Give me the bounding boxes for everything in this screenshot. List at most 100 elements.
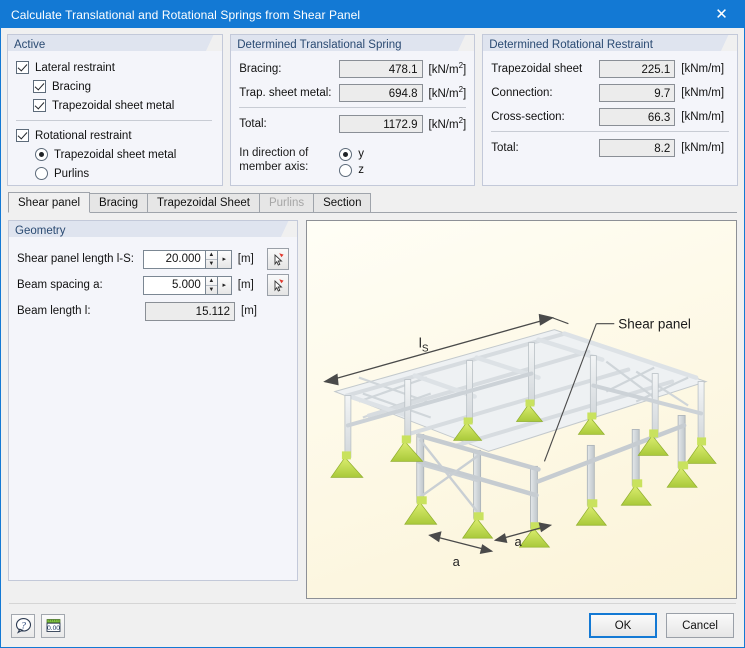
row-translational-total: Total: 1172.9 [kN/m2] — [239, 113, 466, 134]
pick-from-model-icon-shear-panel-length[interactable] — [267, 248, 289, 270]
translational-spring-group-body: Bracing: 478.1 [kN/m2] Trap. sheet metal… — [231, 51, 474, 184]
spinner-down-icon-shear-panel-length[interactable]: ▼ — [206, 260, 217, 268]
input-beam-spacing[interactable]: 5.000 — [142, 275, 205, 295]
translational-spring-group: Determined Translational Spring Bracing:… — [230, 34, 476, 186]
row-connection-restraint: Connection: 9.7 [kNm/m] — [491, 82, 729, 103]
radio-axis-z-dot[interactable] — [339, 163, 353, 177]
member-axis-direction-row: In direction of member axis: y z — [239, 146, 466, 178]
radio-rot-trapezoidal-sheet-metal-label: Trapezoidal sheet metal — [54, 148, 177, 161]
dialog-window: Calculate Translational and Rotational S… — [0, 0, 745, 648]
radio-rot-purlins[interactable]: Purlins — [16, 164, 214, 183]
cancel-button[interactable]: Cancel — [666, 613, 734, 638]
unit-trap-sheet-metal-spring: [kN/m2] — [428, 85, 467, 100]
label-trap-sheet-metal-spring: Trap. sheet metal: — [239, 86, 332, 99]
spinner-beam-spacing[interactable]: 5.000 ▲ ▼ ▸ — [142, 275, 232, 295]
label-beam-spacing: Beam spacing a: — [17, 279, 103, 291]
radio-axis-y-label: y — [358, 148, 364, 160]
input-shear-panel-length[interactable]: 20.000 — [142, 249, 205, 269]
geometry-group-body: Shear panel length l-S: 20.000 ▲ ▼ ▸ [m] — [9, 237, 297, 330]
radio-rot-purlins-dot[interactable] — [35, 167, 48, 180]
row-cross-section-restraint: Cross-section: 66.3 [kNm/m] — [491, 106, 729, 127]
checkbox-lateral-restraint-label: Lateral restraint — [35, 61, 115, 74]
translational-total-separator — [239, 107, 467, 108]
checkbox-rotational-restraint[interactable]: Rotational restraint — [16, 126, 214, 145]
checkbox-lateral-restraint-box[interactable] — [16, 61, 29, 74]
member-axis-label-line2: member axis: — [239, 161, 309, 173]
spinner-up-icon-shear-panel-length[interactable]: ▲ — [205, 251, 217, 260]
member-axis-radios: y z — [339, 146, 364, 178]
member-axis-label-line1: In direction of — [239, 147, 309, 159]
radio-axis-z[interactable]: z — [339, 162, 364, 178]
radio-axis-z-label: z — [358, 164, 364, 176]
tab-shear-panel[interactable]: Shear panel — [8, 192, 91, 213]
dimension-label-a-2: a — [515, 534, 523, 549]
label-beam-length: Beam length l: — [17, 305, 91, 317]
row-beam-length: Beam length l: 15.112 [m] — [17, 298, 289, 324]
unit-rotational-total: [kNm/m] — [681, 141, 725, 154]
help-bubble-icon[interactable]: ? — [11, 613, 35, 638]
tab-section[interactable]: Section — [313, 193, 372, 212]
radio-rot-trapezoidal-sheet-metal[interactable]: Trapezoidal sheet metal — [16, 145, 214, 164]
dimension-label-ls: lS — [419, 335, 429, 355]
window-title: Calculate Translational and Rotational S… — [11, 7, 361, 22]
checkbox-bracing-box[interactable] — [33, 80, 46, 93]
radio-axis-y-dot[interactable] — [339, 147, 353, 161]
row-shear-panel-length: Shear panel length l-S: 20.000 ▲ ▼ ▸ [m] — [17, 246, 289, 272]
active-group-body: Lateral restraint Bracing Trapezoidal sh… — [8, 51, 222, 189]
row-trap-sheet-metal-spring: Trap. sheet metal: 694.8 [kN/m2] — [239, 82, 466, 103]
units-decimal-places-icon[interactable]: 0.00 — [41, 613, 65, 638]
chevron-right-icon-shear-panel-length[interactable]: ▸ — [217, 249, 232, 269]
label-cross-section-restraint: Cross-section: — [491, 110, 565, 123]
close-icon[interactable]: ✕ — [699, 1, 744, 28]
translational-spring-group-title: Determined Translational Spring — [231, 35, 475, 51]
illustration-panel: lS Shear panel a a — [306, 220, 737, 599]
radio-rot-purlins-label: Purlins — [54, 167, 90, 180]
active-group: Active Lateral restraint Bracing Trapezo… — [7, 34, 224, 189]
geometry-group-title: Geometry — [9, 221, 297, 237]
tab-trapezoidal-sheet[interactable]: Trapezoidal Sheet — [147, 193, 260, 212]
active-group-separator — [16, 120, 213, 121]
member-axis-label: In direction of member axis: — [239, 146, 339, 178]
checkbox-trapezoidal-sheet-metal[interactable]: Trapezoidal sheet metal — [16, 96, 214, 115]
geometry-group: Geometry Shear panel length l-S: 20.000 … — [8, 220, 298, 581]
spinner-shear-panel-length[interactable]: 20.000 ▲ ▼ ▸ — [142, 249, 232, 269]
radio-axis-y[interactable]: y — [339, 146, 364, 162]
checkbox-trapezoidal-sheet-metal-label: Trapezoidal sheet metal — [52, 99, 175, 112]
unit-trapezoidal-sheet-restraint: [kNm/m] — [681, 62, 725, 75]
spinner-buttons-beam-spacing[interactable]: ▲ ▼ — [204, 275, 218, 295]
value-translational-total: 1172.9 — [339, 114, 423, 133]
spinner-buttons-shear-panel-length[interactable]: ▲ ▼ — [204, 249, 218, 269]
label-connection-restraint: Connection: — [491, 86, 553, 99]
tab-bracing[interactable]: Bracing — [89, 193, 149, 212]
shear-panel-3d-diagram: lS Shear panel a a — [323, 313, 717, 569]
value-cross-section-restraint: 66.3 — [599, 107, 676, 126]
checkbox-bracing[interactable]: Bracing — [16, 77, 214, 96]
chevron-right-icon-beam-spacing[interactable]: ▸ — [217, 275, 232, 295]
label-shear-panel-length: Shear panel length l-S: — [17, 253, 134, 265]
spinner-down-icon-beam-spacing[interactable]: ▼ — [206, 286, 217, 294]
pick-from-model-icon-beam-spacing[interactable] — [267, 274, 289, 296]
radio-rot-trapezoidal-sheet-metal-dot[interactable] — [35, 148, 48, 161]
checkbox-rotational-restraint-box[interactable] — [16, 129, 29, 142]
row-rotational-total: Total: 8.2 [kNm/m] — [491, 137, 729, 158]
row-bracing-spring: Bracing: 478.1 [kN/m2] — [239, 58, 466, 79]
tab-area: Shear panel Bracing Trapezoidal Sheet Pu… — [1, 186, 744, 213]
illustration-label-shear-panel: Shear panel — [618, 317, 691, 332]
checkbox-lateral-restraint[interactable]: Lateral restraint — [16, 58, 214, 77]
unit-connection-restraint: [kNm/m] — [681, 86, 725, 99]
rotational-restraint-group-body: Trapezoidal sheet 225.1 [kNm/m] Connecti… — [483, 51, 737, 167]
unit-cross-section-restraint: [kNm/m] — [681, 110, 725, 123]
spinner-up-icon-beam-spacing[interactable]: ▲ — [205, 277, 217, 286]
bottom-bar: ? 0.00 OK Cancel — [1, 604, 744, 647]
unit-translational-total: [kN/m2] — [428, 116, 467, 131]
label-rotational-total: Total: — [491, 141, 519, 154]
value-rotational-total: 8.2 — [599, 138, 676, 157]
rotational-total-separator — [491, 131, 729, 132]
checkbox-rotational-restraint-label: Rotational restraint — [35, 129, 132, 142]
rotational-restraint-group: Determined Rotational Restraint Trapezoi… — [482, 34, 738, 186]
row-trapezoidal-sheet-restraint: Trapezoidal sheet 225.1 [kNm/m] — [491, 58, 729, 79]
units-icon-text: 0.00 — [47, 625, 60, 632]
checkbox-trapezoidal-sheet-metal-box[interactable] — [33, 99, 46, 112]
ok-button[interactable]: OK — [589, 613, 657, 638]
tab-strip: Shear panel Bracing Trapezoidal Sheet Pu… — [8, 192, 737, 213]
